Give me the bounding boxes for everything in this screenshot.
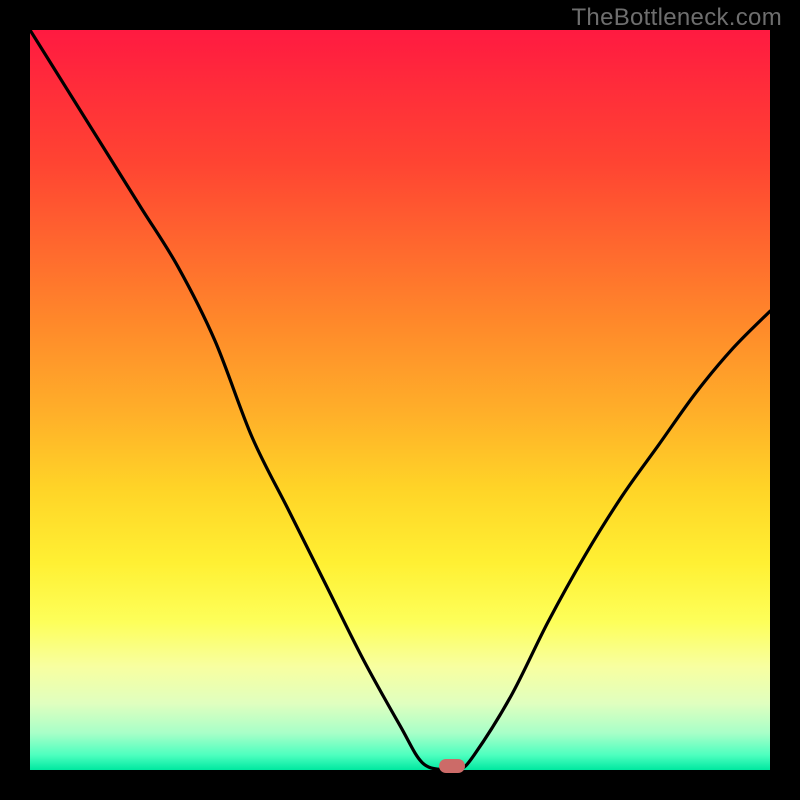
watermark-label: TheBottleneck.com	[571, 4, 782, 32]
bottleneck-curve	[30, 30, 770, 770]
plot-area	[30, 30, 770, 770]
chart-frame: TheBottleneck.com	[0, 0, 800, 800]
curve-path	[30, 30, 770, 770]
optimal-marker	[439, 759, 465, 773]
